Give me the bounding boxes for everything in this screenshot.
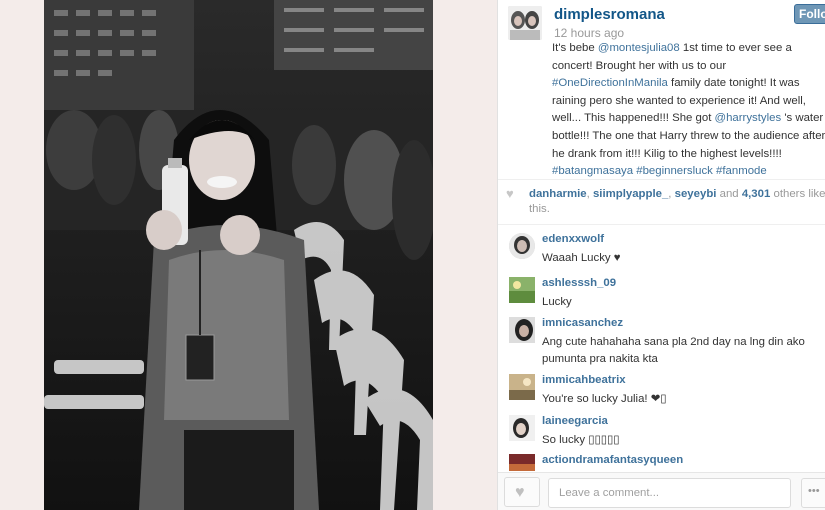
comment-text: So lucky ▯▯▯▯▯ bbox=[542, 434, 620, 446]
comment-item: immicahbeatrix You're so lucky Julia! ❤▯ bbox=[498, 372, 825, 413]
mention-link[interactable]: @harrystyles bbox=[715, 112, 782, 124]
comment-item: imnicasanchez Ang cute hahahaha sana pla… bbox=[498, 315, 825, 372]
follow-button[interactable]: Follow bbox=[794, 4, 825, 24]
commenter-avatar[interactable] bbox=[509, 233, 535, 259]
comment-item: actiondramafantasyqueen bbox=[498, 452, 825, 471]
commenter-avatar[interactable] bbox=[509, 277, 535, 303]
heart-icon: ♥ bbox=[515, 484, 525, 501]
hashtag-link[interactable]: #fanmode bbox=[716, 165, 767, 177]
hashtag-link[interactable]: #beginnersluck bbox=[636, 165, 713, 177]
caption-text: It's bebe bbox=[552, 42, 598, 54]
avatar-photo bbox=[509, 374, 535, 400]
commenter-avatar[interactable] bbox=[509, 415, 535, 441]
commenter-username[interactable]: edenxxwolf bbox=[542, 233, 604, 245]
photo-image bbox=[44, 0, 433, 510]
avatar-photo bbox=[509, 454, 535, 471]
comment-text: Waaah Lucky ♥ bbox=[542, 252, 621, 264]
comment-text: Lucky bbox=[542, 296, 572, 308]
background-right bbox=[433, 0, 497, 510]
comment-item: laineegarcia So lucky ▯▯▯▯▯ bbox=[498, 413, 825, 452]
likes-summary: ♥ danharmie, siimplyapple_, seyeybi and … bbox=[498, 180, 825, 224]
comment-item: edenxxwolf Waaah Lucky ♥ bbox=[498, 231, 825, 275]
comment-text: Ang cute hahahaha sana pla 2nd day na ln… bbox=[542, 336, 805, 365]
avatar-photo bbox=[508, 6, 542, 40]
author-avatar[interactable] bbox=[508, 6, 542, 40]
avatar-photo bbox=[509, 415, 535, 441]
commenter-username[interactable]: imnicasanchez bbox=[542, 317, 623, 329]
post-photo[interactable] bbox=[44, 0, 433, 510]
post-timestamp[interactable]: 12 hours ago bbox=[554, 26, 624, 40]
author-username[interactable]: dimplesromana bbox=[554, 6, 665, 23]
liker-link[interactable]: seyeybi bbox=[675, 188, 717, 200]
post-side-panel: dimplesromana 12 hours ago Follow It's b… bbox=[497, 0, 825, 510]
post-header: dimplesromana 12 hours ago Follow It's b… bbox=[498, 0, 825, 178]
hashtag-link[interactable]: #batangmasaya bbox=[552, 165, 633, 177]
commenter-username[interactable]: ashlesssh_09 bbox=[542, 277, 616, 289]
commenter-username[interactable]: laineegarcia bbox=[542, 415, 608, 427]
comments-list[interactable]: edenxxwolf Waaah Lucky ♥ ashlesssh_09 Lu… bbox=[498, 231, 825, 471]
commenter-avatar[interactable] bbox=[509, 374, 535, 400]
commenter-username[interactable]: immicahbeatrix bbox=[542, 374, 626, 386]
comment-input[interactable] bbox=[548, 478, 791, 508]
more-options-button[interactable]: ••• bbox=[801, 478, 825, 508]
comment-footer: ♥ ••• bbox=[498, 472, 825, 510]
avatar-photo bbox=[509, 277, 535, 303]
divider bbox=[498, 224, 825, 225]
like-button[interactable]: ♥ bbox=[504, 477, 540, 507]
commenter-avatar[interactable] bbox=[509, 454, 535, 471]
hashtag-link[interactable]: #OneDirectionInManila bbox=[552, 77, 668, 89]
commenter-username[interactable]: actiondramafantasyqueen bbox=[542, 454, 683, 466]
avatar-photo bbox=[509, 233, 535, 259]
comment-item: ashlesssh_09 Lucky bbox=[498, 275, 825, 315]
comment-text: You're so lucky Julia! ❤▯ bbox=[542, 393, 667, 405]
commenter-avatar[interactable] bbox=[509, 317, 535, 343]
mention-link[interactable]: @montesjulia08 bbox=[598, 42, 680, 54]
heart-icon: ♥ bbox=[506, 186, 514, 201]
likes-and: and bbox=[719, 188, 739, 200]
likes-count[interactable]: 4,301 bbox=[742, 188, 771, 200]
post-caption: It's bebe @montesjulia08 1st time to eve… bbox=[552, 40, 825, 181]
avatar-photo bbox=[509, 317, 535, 343]
likes-text: danharmie, siimplyapple_, seyeybi and 4,… bbox=[529, 188, 825, 215]
background-left bbox=[0, 0, 44, 510]
liker-link[interactable]: siimplyapple_ bbox=[593, 188, 668, 200]
liker-link[interactable]: danharmie bbox=[529, 188, 587, 200]
